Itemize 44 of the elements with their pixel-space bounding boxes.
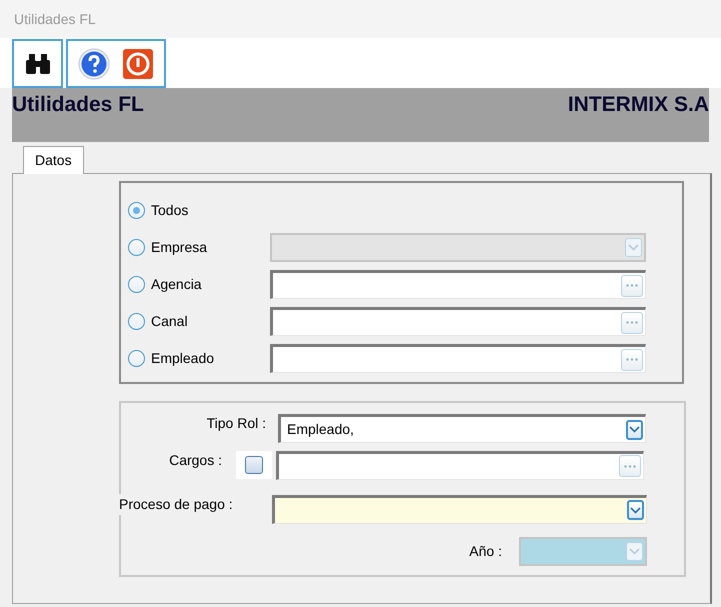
- search-button[interactable]: [12, 39, 63, 88]
- dropdown-field[interactable]: [272, 494, 647, 524]
- radio-button[interactable]: [128, 350, 145, 367]
- ellipsis-icon: [624, 464, 636, 468]
- tab[interactable]: Datos: [23, 146, 84, 174]
- ellipsis-icon: [626, 358, 638, 361]
- dropdown-button[interactable]: [626, 420, 643, 440]
- field-label: Cargos :: [168, 450, 222, 470]
- radio-button[interactable]: [128, 276, 145, 293]
- help-icon: [78, 48, 110, 80]
- input-field[interactable]: [270, 270, 646, 299]
- browse-button[interactable]: [621, 274, 643, 296]
- input-field[interactable]: [270, 307, 646, 336]
- checkbox[interactable]: [245, 456, 263, 474]
- ellipsis-icon: [626, 284, 638, 287]
- input-field[interactable]: [276, 450, 644, 480]
- option-label: Agencia: [151, 275, 203, 294]
- input-field[interactable]: [270, 344, 646, 373]
- form-title: Utilidades FL: [12, 94, 144, 115]
- company-name: INTERMIX S.A: [568, 94, 709, 115]
- browse-button[interactable]: [621, 348, 643, 370]
- chevron-down-icon: [628, 244, 639, 251]
- dropdown-button[interactable]: [627, 500, 644, 520]
- radio-button[interactable]: [128, 239, 145, 256]
- browse-button[interactable]: [619, 455, 641, 477]
- field-label: Año :: [468, 542, 502, 560]
- binoculars-icon: [24, 52, 50, 76]
- chevron-down-icon: [629, 548, 640, 554]
- option-label: Empleado: [151, 349, 216, 368]
- help-button[interactable]: [77, 46, 111, 80]
- radio-button[interactable]: [128, 202, 145, 219]
- dropdown-field[interactable]: Empleado,: [278, 414, 646, 443]
- power-button[interactable]: [121, 46, 155, 80]
- chevron-down-icon: [630, 506, 641, 514]
- field-label: Tipo Rol :: [206, 414, 266, 433]
- option-label: Empresa: [151, 238, 208, 257]
- browse-button[interactable]: [621, 312, 643, 334]
- ellipsis-icon: [626, 321, 638, 324]
- radio-button[interactable]: [128, 313, 145, 330]
- option-label: Canal: [151, 312, 189, 331]
- power-icon: [122, 48, 154, 80]
- option-label: Todos: [151, 201, 190, 220]
- chevron-down-icon: [629, 426, 640, 433]
- window-title: Utilidades FL: [14, 10, 96, 28]
